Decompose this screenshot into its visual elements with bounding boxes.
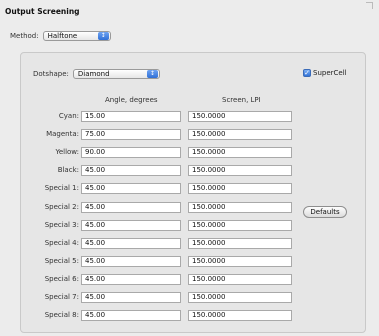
table-row: Special 1: 45.00 150.0000 <box>0 183 379 195</box>
method-row: Method: Halftone ↕ <box>10 30 111 41</box>
table-row: Special 7: 45.00 150.0000 <box>0 292 379 303</box>
method-select[interactable]: Halftone ↕ <box>42 30 111 41</box>
channel-label: Special 7: <box>44 293 79 301</box>
angle-field[interactable]: 15.00 <box>81 111 181 122</box>
channel-label: Special 5: <box>44 256 79 265</box>
angle-column-header: Angle, degrees <box>105 96 158 104</box>
supercell-checkbox[interactable]: ✓ SuperCell <box>303 69 347 77</box>
table-row: Special 6: 45.00 150.0000 <box>0 273 379 285</box>
angle-field[interactable]: 45.00 <box>81 292 181 303</box>
screen-field[interactable]: 150.0000 <box>188 147 292 159</box>
angle-field[interactable]: 45.00 <box>81 219 181 231</box>
table-row: Special 8: 45.00 150.0000 <box>0 310 379 322</box>
table-row: Special 5: 45.00 150.0000 <box>0 255 379 267</box>
screen-field[interactable]: 150.0000 <box>188 273 292 285</box>
table-row: Special 3: 45.00 150.0000 <box>0 219 379 231</box>
channel-label: Special 6: <box>44 274 79 283</box>
screen-field[interactable]: 150.0000 <box>188 129 292 141</box>
checkmark-icon: ✓ <box>303 69 311 77</box>
table-row: Magenta: 75.00 150.0000 <box>0 129 379 141</box>
angle-field[interactable]: 45.00 <box>81 310 181 322</box>
channel-label: Cyan: <box>58 112 79 120</box>
supercell-label: SuperCell <box>313 69 347 77</box>
channel-label: Yellow: <box>55 148 79 157</box>
screen-field[interactable]: 150.0000 <box>188 165 292 177</box>
angle-field[interactable]: 45.00 <box>81 201 181 213</box>
screen-column-header: Screen, LPI <box>222 96 261 104</box>
screen-field[interactable]: 150.0000 <box>188 219 292 231</box>
dotshape-row: Dotshape: Diamond ↕ <box>33 68 160 79</box>
angle-field[interactable]: 45.00 <box>81 255 181 267</box>
screen-field[interactable]: 150.0000 <box>188 111 292 122</box>
screen-field[interactable]: 150.0000 <box>188 255 292 267</box>
channel-label: Magenta: <box>46 130 79 139</box>
dotshape-select[interactable]: Diamond ↕ <box>72 68 160 79</box>
select-arrows-icon: ↕ <box>146 69 158 78</box>
dotshape-value: Diamond <box>77 69 110 78</box>
table-row: Special 4: 45.00 150.0000 <box>0 237 379 249</box>
screen-field[interactable]: 150.0000 <box>188 201 292 213</box>
channel-label: Special 4: <box>44 238 79 247</box>
table-row: Black: 45.00 150.0000 <box>0 165 379 177</box>
angle-field[interactable]: 45.00 <box>81 165 181 177</box>
method-label: Method: <box>10 31 39 40</box>
channel-label: Special 8: <box>44 311 79 320</box>
screen-field[interactable]: 150.0000 <box>188 183 292 195</box>
panel-title: Output Screening <box>5 7 80 16</box>
angle-field[interactable]: 45.00 <box>81 237 181 249</box>
output-screening-panel: Output Screening Method: Halftone ↕ Dots… <box>0 0 379 336</box>
screen-field[interactable]: 150.0000 <box>188 310 292 322</box>
angle-field[interactable]: 45.00 <box>81 273 181 285</box>
angle-field[interactable]: 45.00 <box>81 183 181 195</box>
angle-field[interactable]: 90.00 <box>81 147 181 159</box>
angle-field[interactable]: 75.00 <box>81 129 181 141</box>
select-arrows-icon: ↕ <box>97 31 109 40</box>
channel-label: Special 1: <box>44 184 79 193</box>
screen-field[interactable]: 150.0000 <box>188 292 292 303</box>
resize-corner-icon <box>366 2 373 9</box>
channel-label: Special 3: <box>44 220 79 229</box>
table-row: Yellow: 90.00 150.0000 <box>0 147 379 159</box>
dotshape-label: Dotshape: <box>33 69 69 78</box>
table-row: Cyan: 15.00 150.0000 <box>0 111 379 122</box>
channel-label: Black: <box>57 166 79 175</box>
method-value: Halftone <box>47 31 78 40</box>
screen-field[interactable]: 150.0000 <box>188 237 292 249</box>
defaults-button[interactable]: Defaults <box>303 206 347 218</box>
channel-label: Special 2: <box>44 202 79 211</box>
